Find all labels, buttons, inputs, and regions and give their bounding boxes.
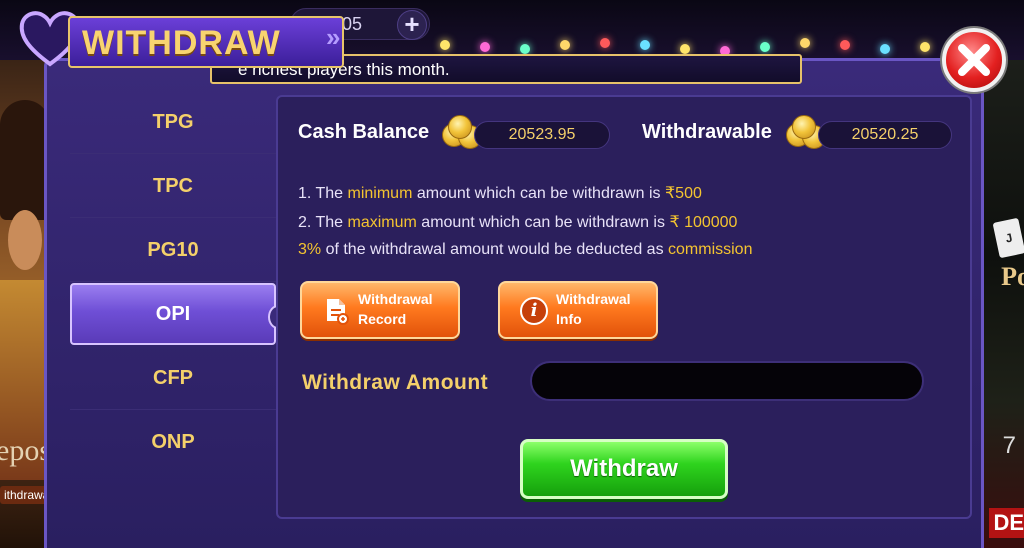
- close-button[interactable]: [942, 28, 1006, 92]
- light-bulb-icon: [520, 44, 530, 54]
- title-plate: WITHDRAW: [68, 16, 344, 68]
- rule-commission: 3% of the withdrawal amount would be ded…: [298, 241, 753, 258]
- withdrawal-info-button[interactable]: i Withdrawal Info: [498, 281, 658, 339]
- page-title: WITHDRAW: [82, 24, 281, 62]
- right-promo-text: Po: [1001, 262, 1024, 291]
- tab-tpc[interactable]: TPC: [70, 154, 276, 218]
- close-icon: [958, 44, 990, 76]
- document-icon: [322, 297, 350, 325]
- tab-cfp[interactable]: CFP: [70, 346, 276, 410]
- light-bulb-icon: [560, 40, 570, 50]
- withdraw-panel: Cash Balance 20523.95 Withdrawable 20520…: [276, 95, 972, 519]
- light-bulb-icon: [800, 38, 810, 48]
- title-banner: WITHDRAW »: [18, 8, 358, 68]
- withdrawal-record-label-1: Withdrawal: [358, 291, 433, 307]
- withdrawal-record-button[interactable]: Withdrawal Record: [300, 281, 460, 339]
- withdrawable-label: Withdrawable: [642, 121, 772, 143]
- chevron-right-icon: »: [326, 22, 341, 52]
- tab-onp[interactable]: ONP: [70, 410, 276, 474]
- light-bulb-icon: [920, 42, 930, 52]
- withdrawable-value: 20520.25: [818, 121, 952, 149]
- add-coins-button[interactable]: +: [397, 10, 427, 40]
- light-bulb-icon: [840, 40, 850, 50]
- light-bulb-icon: [480, 42, 490, 52]
- light-bulb-icon: [760, 42, 770, 52]
- right-promo-badge: DE: [989, 508, 1024, 538]
- rule-minimum: 1. The minimum amount which can be withd…: [298, 185, 702, 202]
- light-bulb-icon: [600, 38, 610, 48]
- rule-maximum: 2. The maximum amount which can be withd…: [298, 214, 738, 231]
- light-bulb-icon: [880, 44, 890, 54]
- right-promo-number: 7: [1002, 432, 1016, 459]
- tab-opi[interactable]: OPI: [70, 283, 288, 345]
- light-bulb-icon: [680, 44, 690, 54]
- channel-tabs: TPG TPC PG10 OPI CFP ONP: [70, 90, 288, 530]
- light-bulb-icon: [640, 40, 650, 50]
- withdraw-amount-label: Withdraw Amount: [302, 371, 489, 394]
- withdraw-amount-input[interactable]: [530, 361, 924, 401]
- withdrawal-record-label-2: Record: [358, 311, 407, 327]
- cash-balance-label: Cash Balance: [298, 121, 430, 143]
- playing-card-icon: J: [992, 217, 1024, 259]
- withdrawal-info-label-1: Withdrawal: [556, 291, 631, 307]
- light-bulb-icon: [440, 40, 450, 50]
- tab-tpg[interactable]: TPG: [70, 90, 276, 154]
- withdraw-button[interactable]: Withdraw: [520, 439, 728, 499]
- info-icon: i: [520, 297, 548, 325]
- withdrawal-info-label-2: Info: [556, 311, 582, 327]
- tab-opi-label: OPI: [155, 303, 191, 325]
- tab-pg10[interactable]: PG10: [70, 218, 276, 282]
- cash-balance-value: 20523.95: [474, 121, 610, 149]
